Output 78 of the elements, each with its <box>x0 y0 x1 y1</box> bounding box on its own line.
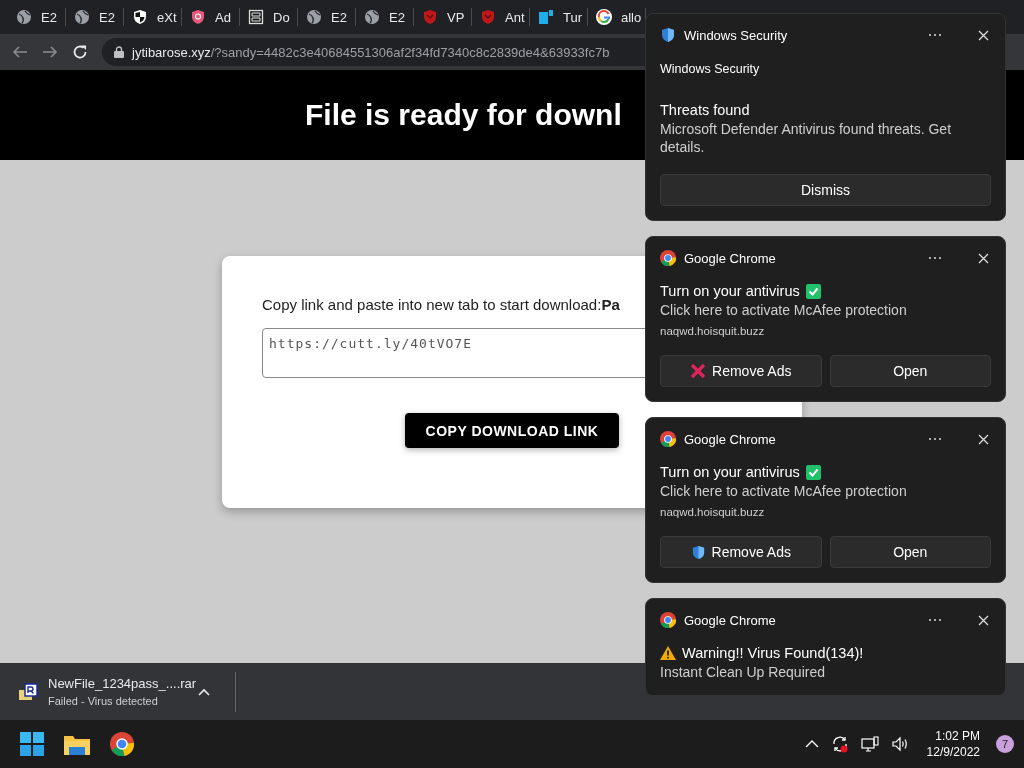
copy-link-button[interactable]: COPY DOWNLOAD LINK <box>405 413 619 448</box>
browser-icon <box>660 612 676 628</box>
app-name: Google Chrome <box>684 250 777 266</box>
shield-icon <box>480 9 496 25</box>
page-heading: File is ready for downl <box>305 98 622 132</box>
folder-icon[interactable] <box>64 733 90 755</box>
warning-icon <box>660 646 676 660</box>
back-arrow-icon[interactable] <box>12 44 28 60</box>
source-domain: naqwd.hoisquit.buzz <box>660 325 766 337</box>
globe-icon <box>16 9 32 25</box>
lock-icon <box>114 46 124 58</box>
notification-button[interactable]: Dismiss <box>660 174 991 206</box>
caret-up-icon[interactable] <box>198 687 210 696</box>
clock-time[interactable]: 1:02 PM <box>935 729 980 743</box>
notification-message: Microsoft Defender Antivirus found threats. Get details. <box>660 120 953 156</box>
notification-button[interactable]: Open <box>829 536 991 568</box>
clock-date[interactable]: 12/9/2022 <box>926 745 980 759</box>
checkmark-icon <box>805 464 821 480</box>
shield-icon <box>422 9 438 25</box>
browser-tab[interactable]: eXt <box>124 8 182 26</box>
notification-message: Click here to activate McAfee protection <box>660 301 908 319</box>
close-icon[interactable] <box>978 614 989 626</box>
browser-icon[interactable] <box>110 732 134 756</box>
shield-icon <box>660 27 676 43</box>
browser-tab[interactable]: Tur <box>530 8 588 26</box>
start-icon[interactable] <box>20 732 44 756</box>
globe-icon <box>74 9 90 25</box>
browser-icon <box>660 250 676 266</box>
checkmark-icon <box>805 283 821 299</box>
sync-icon[interactable] <box>830 735 849 753</box>
globe-icon <box>364 9 380 25</box>
more-icon[interactable] <box>928 33 942 37</box>
notification-message: Click here to activate McAfee protection <box>660 482 908 500</box>
notification-button[interactable]: Remove Ads <box>660 536 822 568</box>
shield-icon <box>190 9 206 25</box>
url-text: jytibarose.xyz/?sandy=4482c3e40684551306af2f34fd7340c8c2839de4&63933fc7b <box>132 44 610 60</box>
close-icon[interactable] <box>978 252 989 264</box>
browser-tab[interactable]: E2 <box>356 8 414 26</box>
archive-file-icon <box>18 681 38 702</box>
file-name[interactable]: NewFile_1234pass_....rar <box>48 676 198 691</box>
document-icon <box>248 9 264 25</box>
forward-arrow-icon[interactable] <box>42 44 58 60</box>
reload-icon[interactable] <box>72 44 88 60</box>
network-icon[interactable] <box>860 736 879 752</box>
volume-icon[interactable] <box>890 736 909 752</box>
browser-tab[interactable]: Do <box>240 8 298 26</box>
shield-icon <box>690 544 706 560</box>
browser-tab[interactable]: Ad <box>182 8 240 26</box>
cross-icon <box>690 363 707 379</box>
download-status: Failed - Virus detected <box>48 695 159 707</box>
browser-tab[interactable]: allo <box>588 8 646 26</box>
app-name: Google Chrome <box>684 431 777 447</box>
browser-tab[interactable]: Ant <box>472 8 530 26</box>
app-name: Google Chrome <box>684 612 777 628</box>
globe-icon <box>306 9 322 25</box>
notification-message: Instant Clean Up Required <box>660 663 826 681</box>
notification-badge[interactable]: 7 <box>996 735 1014 753</box>
more-icon[interactable] <box>928 618 942 622</box>
source-domain: naqwd.hoisquit.buzz <box>660 506 766 518</box>
notification-title: Turn on your antivirus <box>660 283 800 299</box>
shield-icon <box>132 9 148 25</box>
browser-tab[interactable]: E2 <box>8 8 66 26</box>
more-icon[interactable] <box>928 256 942 260</box>
browser-tab[interactable]: E2 <box>66 8 124 26</box>
browser-tab[interactable]: VP <box>414 8 472 26</box>
notification-button[interactable]: Remove Ads <box>660 355 822 387</box>
notification-title: Warning!! Virus Found(134)! <box>682 645 864 661</box>
colored-ring-icon <box>596 9 612 25</box>
browser-icon <box>660 431 676 447</box>
notification-title: Threats found <box>660 102 750 118</box>
close-icon[interactable] <box>978 433 989 445</box>
close-icon[interactable] <box>978 29 989 41</box>
browser-tab[interactable]: E2 <box>298 8 356 26</box>
notification-title: Turn on your antivirus <box>660 464 800 480</box>
more-icon[interactable] <box>928 437 942 441</box>
instruction-text: Copy link and paste into new tab to start download:Pa <box>262 296 620 315</box>
notification-button[interactable]: Open <box>829 355 991 387</box>
tiles-icon <box>538 9 554 25</box>
